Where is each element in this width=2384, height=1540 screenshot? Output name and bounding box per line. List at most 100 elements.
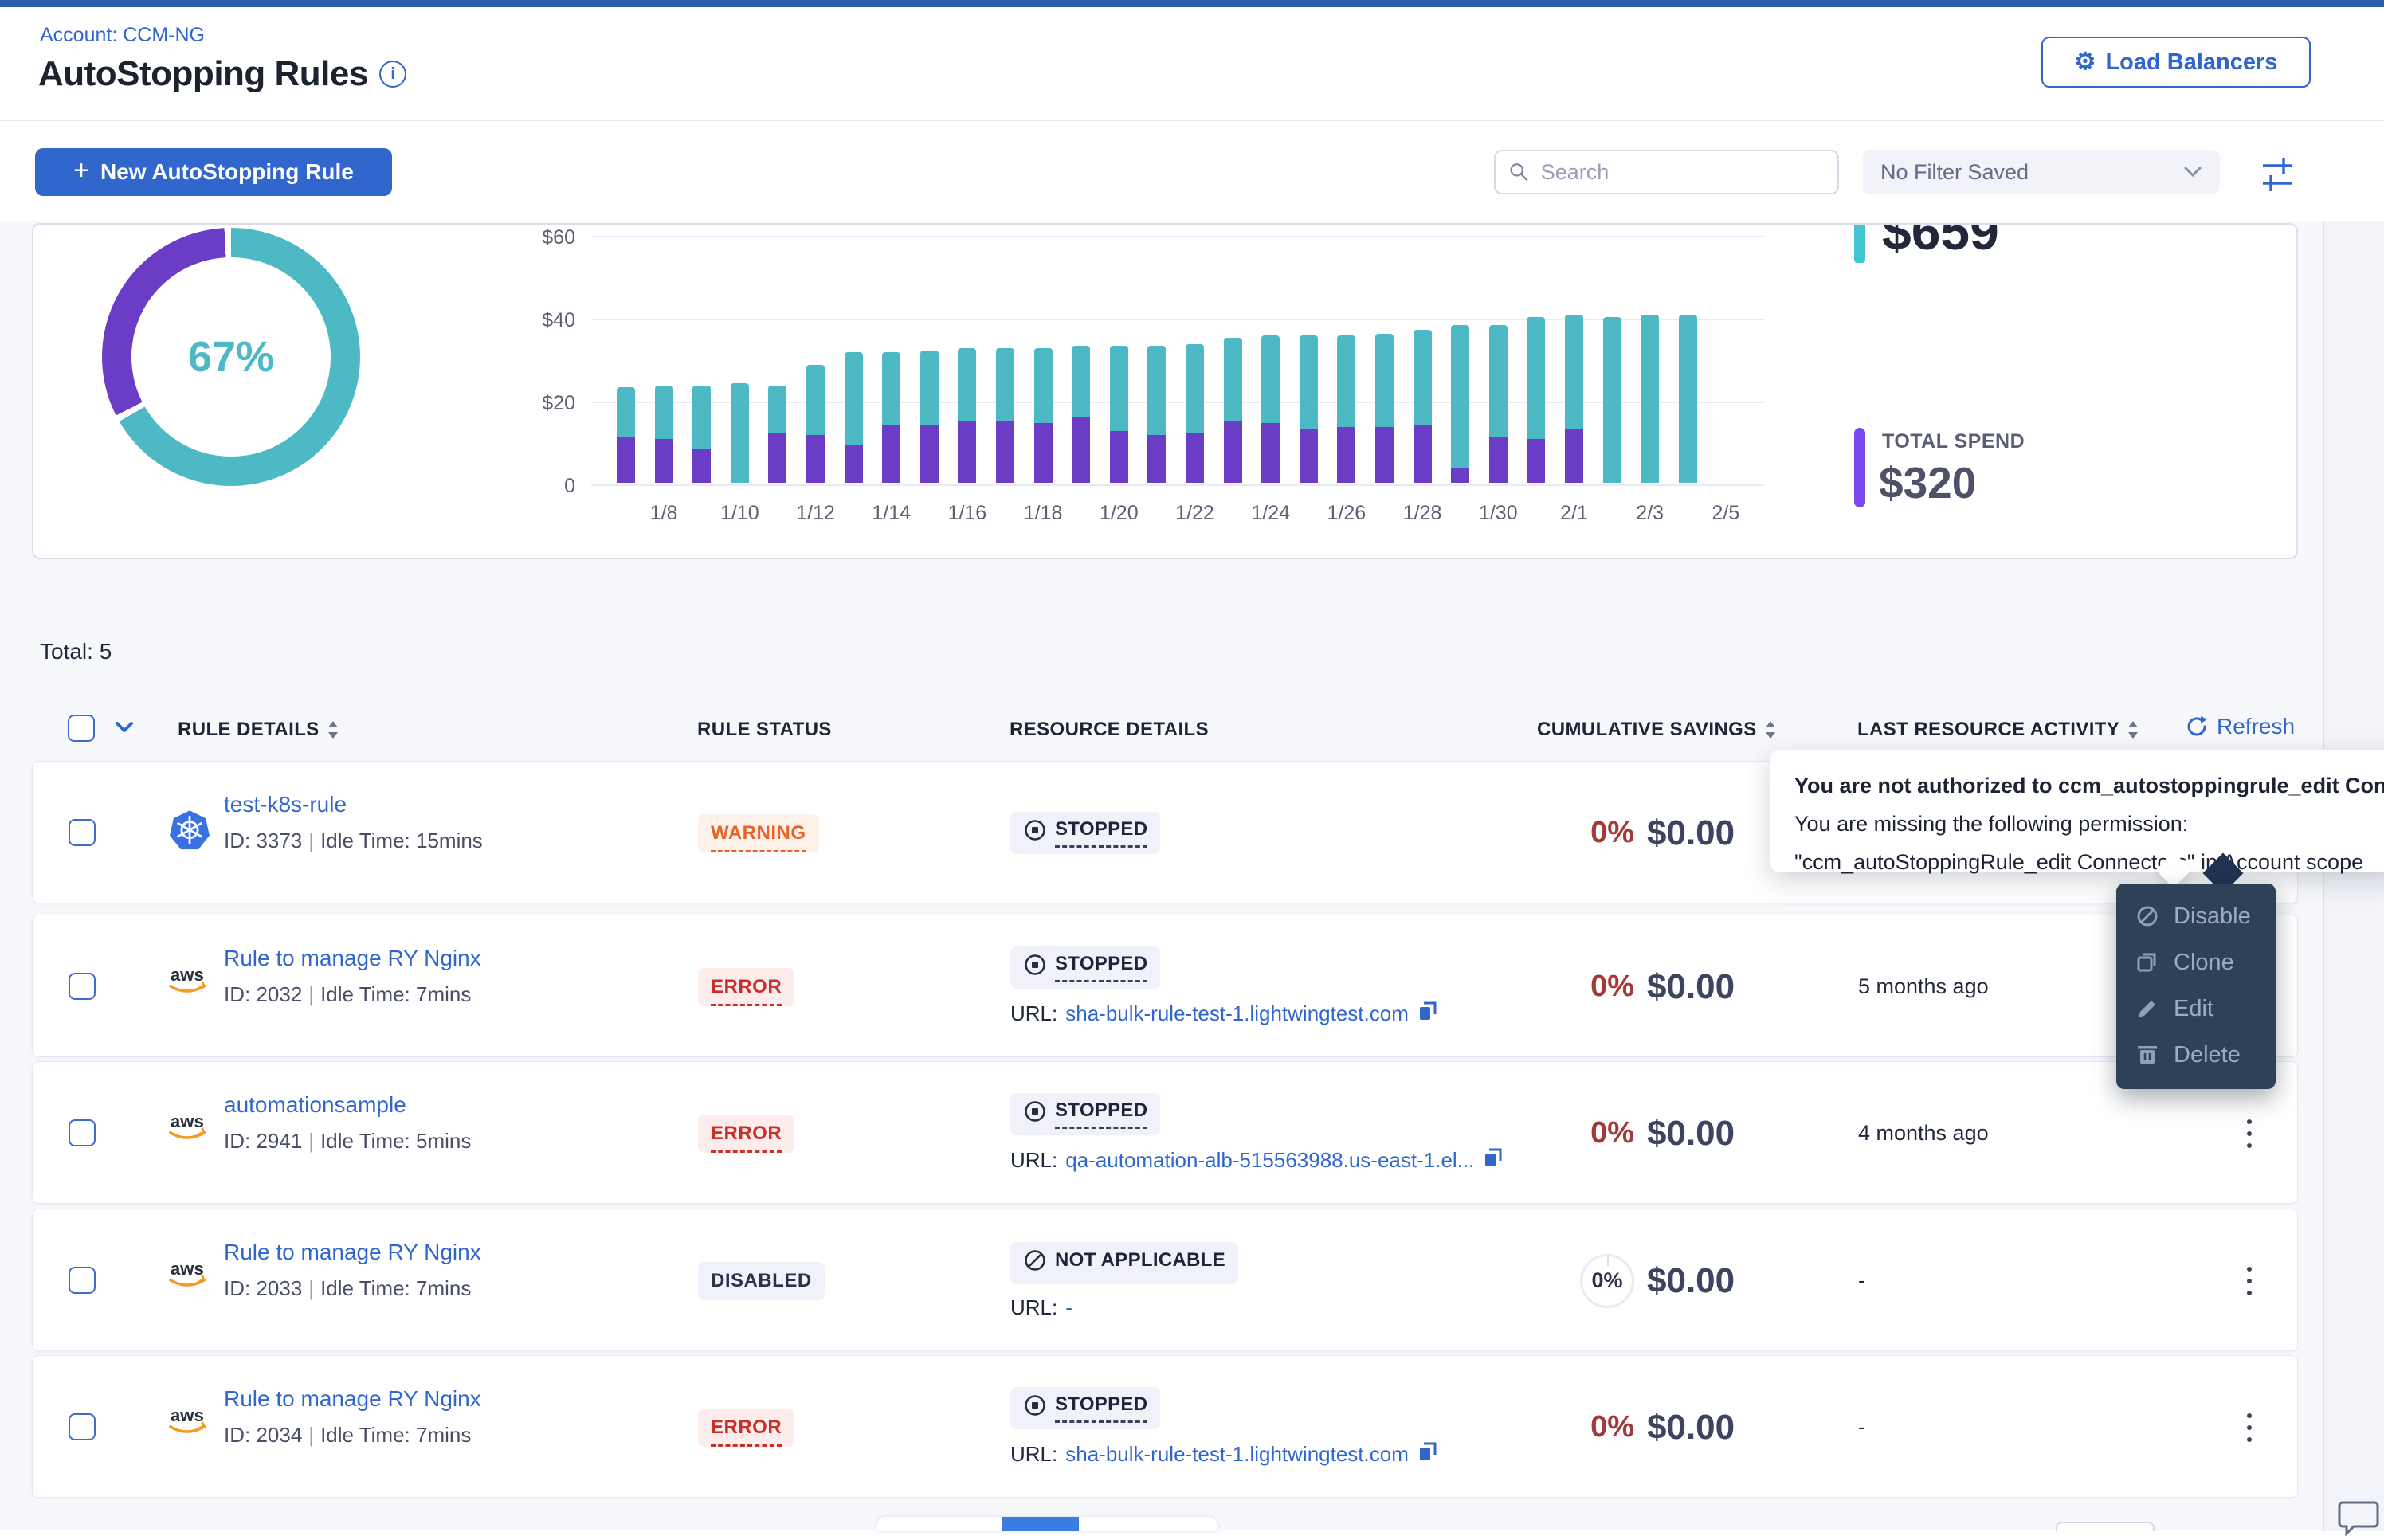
top-accent-bar (0, 0, 2384, 7)
bar-1/15 (920, 351, 939, 483)
bar-1/22 (1186, 344, 1204, 483)
new-autostopping-rule-button[interactable]: + New AutoStopping Rule (35, 148, 392, 196)
row-actions-kebab-icon[interactable] (2225, 1209, 2273, 1352)
row-checkbox[interactable] (69, 1413, 96, 1440)
bar-1/12 (806, 365, 825, 483)
y-axis-tick: $20 (480, 392, 575, 415)
rule-id-idle-time: ID: 2941|Idle Time: 5mins (224, 1129, 471, 1154)
bar-1/31 (1527, 317, 1545, 483)
resource-state-chip: STOPPED (1010, 946, 1160, 989)
provider-icon: aws (165, 1257, 214, 1291)
stopped-icon (1023, 1393, 1047, 1417)
column-header-last-resource-activity[interactable]: LAST RESOURCE ACTIVITY (1857, 719, 2139, 741)
rule-name-link[interactable]: Rule to manage RY Nginx (224, 946, 481, 971)
resource-state-chip: STOPPED (1010, 812, 1160, 854)
gridline (591, 236, 1764, 237)
resource-url-line: URL:sha-bulk-rule-test-1.lightwingtest.c… (1010, 1000, 1439, 1028)
cumulative-savings-percent: 0% (1499, 1209, 1634, 1352)
chat-bubble-icon[interactable] (2338, 1498, 2379, 1540)
rule-name-link[interactable]: Rule to manage RY Nginx (224, 1386, 481, 1412)
x-axis-tick: 1/14 (872, 502, 911, 525)
column-header-rule-details[interactable]: RULE DETAILS (178, 719, 339, 741)
info-icon[interactable]: i (379, 61, 406, 88)
rule-id-idle-time: ID: 3373|Idle Time: 15mins (224, 829, 483, 853)
permission-tooltip: You are not authorized to ccm_autostoppi… (1770, 750, 2384, 872)
chevron-down-icon (2183, 166, 2202, 178)
row-checkbox[interactable] (69, 1267, 96, 1294)
row-checkbox[interactable] (69, 819, 96, 846)
aws-icon: aws (167, 1110, 213, 1143)
cumulative-savings-amount: $0.00 (1647, 915, 1735, 1058)
row-checkbox[interactable] (69, 1119, 96, 1146)
search-input[interactable] (1539, 159, 1825, 186)
refresh-icon (2185, 715, 2209, 739)
menu-item-delete[interactable]: Delete (2116, 1032, 2276, 1078)
bar-1/18 (1034, 348, 1053, 483)
bar-1/9 (692, 386, 711, 483)
x-axis-tick: 1/10 (720, 502, 759, 525)
resource-state-chip: STOPPED (1010, 1093, 1160, 1135)
sort-icon (2127, 720, 2139, 739)
svg-text:aws: aws (171, 1405, 204, 1425)
last-resource-activity: - (1858, 1356, 1865, 1499)
resource-url-link[interactable]: qa-automation-alb-515563988.us-east-1.el… (1065, 1148, 1474, 1173)
bar-1/19 (1072, 346, 1090, 483)
menu-item-disable[interactable]: Disable (2116, 893, 2276, 939)
gridline (591, 484, 1764, 486)
saved-filter-dropdown[interactable]: No Filter Saved (1863, 150, 2220, 194)
x-axis-tick: 2/3 (1636, 502, 1664, 525)
search-input-wrapper (1494, 150, 1839, 194)
provider-icon: aws (165, 1404, 214, 1437)
rule-name-link[interactable]: automationsample (224, 1092, 471, 1118)
cumulative-savings-percent: 0% (1499, 915, 1634, 1058)
resource-url-link[interactable]: - (1065, 1295, 1072, 1320)
column-header-cumulative-savings[interactable]: CUMULATIVE SAVINGS (1537, 719, 1776, 741)
rule-name-link[interactable]: test-k8s-rule (224, 792, 483, 817)
refresh-button[interactable]: Refresh (2185, 714, 2295, 739)
load-balancers-button[interactable]: ⚙ Load Balancers (2041, 37, 2311, 88)
x-axis-tick: 1/12 (796, 502, 835, 525)
y-axis-tick: 0 (480, 475, 575, 498)
stopped-icon (1023, 953, 1047, 977)
row-checkbox[interactable] (69, 973, 96, 1000)
total-spend-accent-bar (1854, 428, 1865, 507)
copy-icon[interactable] (1417, 1440, 1439, 1468)
total-count-label: Total: 5 (40, 639, 112, 664)
resource-url-link[interactable]: sha-bulk-rule-test-1.lightwingtest.com (1065, 1442, 1409, 1467)
rule-status-badge: WARNING (698, 814, 819, 852)
x-axis-tick: 2/5 (1712, 502, 1740, 525)
last-resource-activity: - (1858, 1209, 1865, 1352)
row-actions-kebab-icon[interactable] (2225, 1356, 2273, 1499)
menu-item-clone[interactable]: Clone (2116, 939, 2276, 986)
filter-sliders-icon[interactable] (2261, 153, 2293, 198)
provider-icon (165, 809, 214, 852)
bottom-partial-button[interactable] (2056, 1522, 2155, 1531)
edit-icon (2135, 997, 2159, 1021)
bar-1/10 (731, 383, 749, 483)
account-breadcrumb[interactable]: Account: CCM-NG (40, 24, 205, 47)
sort-icon (1765, 720, 1776, 739)
rule-name-link[interactable]: Rule to manage RY Nginx (224, 1240, 481, 1265)
x-axis-tick: 1/26 (1327, 502, 1366, 525)
bar-1/25 (1300, 335, 1318, 483)
select-menu-chevron-icon[interactable] (114, 720, 135, 739)
gear-icon: ⚙ (2075, 50, 2096, 74)
bar-1/23 (1224, 338, 1242, 483)
svg-text:aws: aws (171, 965, 204, 985)
bar-1/28 (1414, 330, 1432, 483)
pagination-active-page[interactable] (1002, 1517, 1079, 1531)
cumulative-savings-amount: $0.00 (1647, 762, 1735, 904)
y-axis-tick: $60 (480, 226, 575, 249)
column-header-resource-details: RESOURCE DETAILS (1010, 719, 1209, 741)
table-row: aws Rule to manage RY Nginx ID: 2033|Idl… (32, 1209, 2298, 1351)
copy-icon[interactable] (1417, 1000, 1439, 1028)
select-all-checkbox[interactable] (68, 715, 95, 742)
rule-status-badge: DISABLED (698, 1262, 825, 1300)
rule-status-badge: ERROR (698, 1409, 794, 1447)
row-context-menu: Disable Clone Edit Delete (2116, 884, 2276, 1089)
menu-item-edit[interactable]: Edit (2116, 986, 2276, 1032)
bar-1/16 (958, 348, 976, 483)
resource-url-link[interactable]: sha-bulk-rule-test-1.lightwingtest.com (1065, 1001, 1409, 1026)
page-title: AutoStopping Rules i (38, 54, 406, 94)
bar-1/13 (845, 352, 863, 483)
